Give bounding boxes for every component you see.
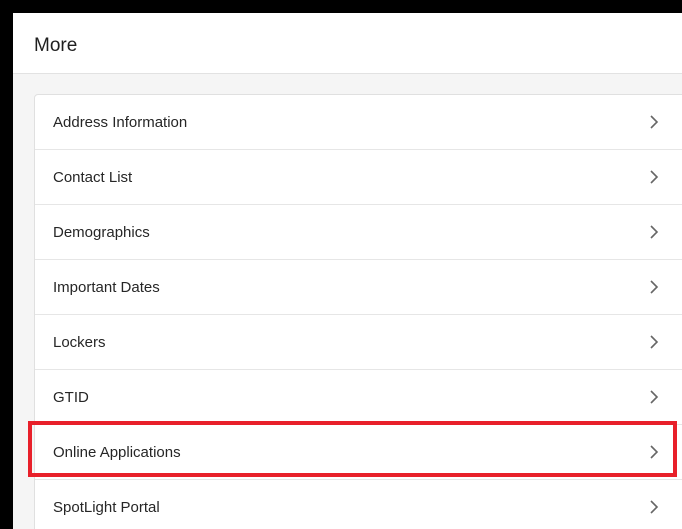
chevron-right-icon xyxy=(650,280,659,294)
menu-item-label: Important Dates xyxy=(53,279,160,296)
menu-item-label: Contact List xyxy=(53,169,133,186)
chevron-right-icon xyxy=(650,390,659,404)
chevron-right-icon xyxy=(650,225,659,239)
menu-item-label: GTID xyxy=(53,389,89,406)
menu-item-important-dates[interactable]: Important Dates xyxy=(35,260,682,315)
chevron-right-icon xyxy=(650,115,659,129)
page-title: More xyxy=(34,35,78,56)
more-page: More Address Information Contact List De… xyxy=(13,13,682,529)
menu-item-demographics[interactable]: Demographics xyxy=(35,205,682,260)
menu-item-online-applications[interactable]: Online Applications xyxy=(35,425,682,480)
more-menu-list: Address Information Contact List Demogra… xyxy=(34,94,682,529)
menu-item-contact-list[interactable]: Contact List xyxy=(35,150,682,205)
chevron-right-icon xyxy=(650,500,659,514)
chevron-right-icon xyxy=(650,170,659,184)
menu-item-label: Online Applications xyxy=(53,444,181,461)
menu-item-label: Lockers xyxy=(53,334,106,351)
menu-item-label: Address Information xyxy=(53,114,188,131)
menu-item-label: Demographics xyxy=(53,224,150,241)
menu-item-address-information[interactable]: Address Information xyxy=(35,95,682,150)
chevron-right-icon xyxy=(650,445,659,459)
chevron-right-icon xyxy=(650,335,659,349)
menu-item-label: SpotLight Portal xyxy=(53,499,160,516)
menu-item-lockers[interactable]: Lockers xyxy=(35,315,682,370)
menu-item-gtid[interactable]: GTID xyxy=(35,370,682,425)
page-header: More xyxy=(13,13,682,74)
menu-item-spotlight-portal[interactable]: SpotLight Portal xyxy=(35,480,682,529)
